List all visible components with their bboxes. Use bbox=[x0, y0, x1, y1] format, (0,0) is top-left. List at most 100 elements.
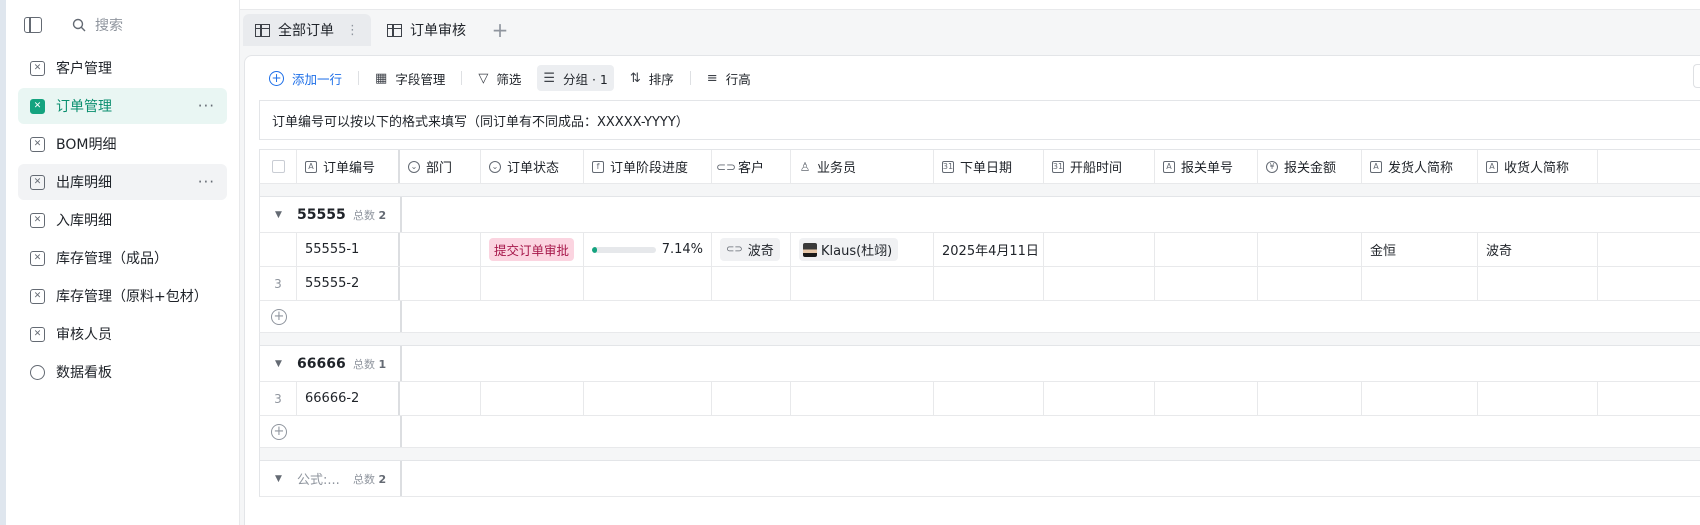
group-button[interactable]: ☰ 分组 · 1 bbox=[537, 65, 614, 91]
sidebar-toggle-icon[interactable] bbox=[24, 17, 42, 33]
customs-amount-cell[interactable] bbox=[1258, 267, 1362, 300]
sidebar-item-dashboard[interactable]: 数据看板 bbox=[18, 354, 227, 390]
order-no-cell[interactable]: 66666-2 bbox=[297, 382, 400, 415]
single-select-icon: ⌄ bbox=[489, 160, 501, 173]
add-view-icon[interactable]: + bbox=[486, 18, 514, 42]
group-header[interactable]: ▼ 66666 总数 1 bbox=[259, 345, 1700, 382]
column-header[interactable]: ⌄ 订单状态 bbox=[481, 150, 584, 183]
table-icon: ✕ bbox=[30, 174, 45, 190]
add-record-row[interactable]: + bbox=[259, 301, 1700, 333]
progress-cell[interactable] bbox=[584, 382, 712, 415]
ship-date-cell[interactable] bbox=[1044, 267, 1155, 300]
group-name: 55555 bbox=[297, 206, 346, 223]
add-record-row[interactable]: + bbox=[259, 416, 1700, 448]
consignee-cell[interactable] bbox=[1478, 382, 1598, 415]
more-icon[interactable]: ··· bbox=[198, 97, 215, 115]
pie-chart-icon bbox=[30, 364, 45, 380]
status-cell[interactable] bbox=[481, 382, 584, 415]
collapse-caret-icon[interactable]: ▼ bbox=[260, 210, 297, 220]
field-manage-button[interactable]: ▦ 字段管理 bbox=[369, 65, 451, 91]
customs-amount-cell[interactable] bbox=[1258, 233, 1362, 266]
shipper-cell[interactable] bbox=[1362, 267, 1478, 300]
order-no-cell[interactable]: 55555-2 bbox=[297, 267, 400, 300]
order-date-cell[interactable] bbox=[934, 382, 1044, 415]
sidebar-item-bom[interactable]: ✕ BOM明细 bbox=[18, 126, 227, 162]
tab-menu-icon[interactable]: ⋮ bbox=[346, 23, 359, 38]
collapse-caret-icon[interactable]: ▼ bbox=[260, 474, 297, 484]
table-row[interactable]: 3 55555-2 bbox=[259, 267, 1700, 301]
order-date-cell[interactable]: 2025年4月11日 bbox=[934, 233, 1044, 266]
column-header[interactable]: ⌄ 部门 bbox=[400, 150, 481, 183]
table-row[interactable]: 3 66666-2 bbox=[259, 382, 1700, 416]
ship-date-cell[interactable] bbox=[1044, 382, 1155, 415]
group-header[interactable]: ▼ 公式:... 总数 2 bbox=[259, 460, 1700, 497]
row-height-label: 行高 bbox=[725, 71, 751, 87]
group-header[interactable]: ▼ 55555 总数 2 bbox=[259, 196, 1700, 233]
add-record-icon[interactable]: + bbox=[271, 423, 287, 440]
sort-button[interactable]: ⇅ 排序 bbox=[624, 65, 680, 91]
toolbar-divider bbox=[358, 71, 360, 85]
sidebar-item-reviewers[interactable]: ✕ 审核人员 bbox=[18, 316, 227, 352]
sidebar-search[interactable]: 搜索 bbox=[72, 15, 123, 35]
salesperson-cell[interactable] bbox=[791, 267, 934, 300]
customs-no-cell[interactable] bbox=[1155, 267, 1258, 300]
column-header[interactable]: ¥ 报关金额 bbox=[1258, 150, 1362, 183]
tab-all-orders[interactable]: 全部订单 ⋮ bbox=[243, 14, 371, 46]
column-header[interactable]: 31 开船时间 bbox=[1044, 150, 1155, 183]
row-height-button[interactable]: ≡ 行高 bbox=[701, 65, 757, 91]
consignee-cell[interactable] bbox=[1478, 267, 1598, 300]
column-header[interactable]: f 订单阶段进度 bbox=[584, 150, 712, 183]
table-icon: ✕ bbox=[30, 98, 45, 114]
column-header[interactable]: A 报关单号 bbox=[1155, 150, 1258, 183]
column-header[interactable]: ⊂⊃ 客户 bbox=[712, 150, 791, 183]
column-header-label: 订单编号 bbox=[323, 161, 376, 176]
order-date-cell[interactable] bbox=[934, 267, 1044, 300]
status-cell[interactable]: 提交订单审批 bbox=[481, 233, 584, 266]
customer-cell[interactable] bbox=[712, 382, 791, 415]
customer-cell[interactable] bbox=[712, 267, 791, 300]
sidebar-item-orders[interactable]: ✕ 订单管理 ··· bbox=[18, 88, 227, 124]
sidebar-item-inbound[interactable]: ✕ 入库明细 bbox=[18, 202, 227, 238]
collapse-caret-icon[interactable]: ▼ bbox=[260, 359, 297, 369]
column-header[interactable]: 31 下单日期 bbox=[934, 150, 1044, 183]
sidebar-item-inventory-finished[interactable]: ✕ 库存管理（成品） bbox=[18, 240, 227, 276]
sidebar-item-inventory-materials[interactable]: ✕ 库存管理（原料+包材） bbox=[18, 278, 227, 314]
salesperson-cell[interactable] bbox=[791, 382, 934, 415]
department-cell[interactable] bbox=[400, 233, 481, 266]
filter-button[interactable]: ▽ 筛选 bbox=[472, 65, 527, 91]
tab-order-review[interactable]: 订单审核 bbox=[375, 14, 478, 46]
more-icon[interactable]: ··· bbox=[198, 173, 215, 191]
column-header[interactable]: A 收货人简称 bbox=[1478, 150, 1598, 183]
customer-cell[interactable]: ⊂⊃ 波奇 bbox=[712, 233, 791, 266]
column-header[interactable]: ♙ 业务员 bbox=[791, 150, 934, 183]
column-header[interactable]: A 订单编号 bbox=[297, 150, 400, 183]
ship-date-cell[interactable] bbox=[1044, 233, 1155, 266]
column-header[interactable]: A 发货人简称 bbox=[1362, 150, 1478, 183]
table-icon: ✕ bbox=[30, 60, 45, 76]
select-all-checkbox[interactable] bbox=[272, 160, 285, 173]
customs-amount-cell[interactable] bbox=[1258, 382, 1362, 415]
status-cell[interactable] bbox=[481, 267, 584, 300]
toolbar-overflow-button[interactable] bbox=[1693, 64, 1700, 88]
department-cell[interactable] bbox=[400, 267, 481, 300]
toolbar: + 添加一行 ▦ 字段管理 ▽ 筛选 ☰ 分组 · 1 ⇅ 排序 ≡ 行高 bbox=[245, 56, 1700, 100]
department-cell[interactable] bbox=[400, 382, 481, 415]
shipper-cell[interactable]: 金恒 bbox=[1362, 233, 1478, 266]
consignee-cell[interactable]: 波奇 bbox=[1478, 233, 1598, 266]
customs-no-cell[interactable] bbox=[1155, 233, 1258, 266]
progress-cell[interactable] bbox=[584, 267, 712, 300]
add-row-button[interactable]: + 添加一行 bbox=[263, 65, 348, 91]
order-no-cell[interactable]: 55555-1 bbox=[297, 233, 400, 266]
progress-cell[interactable]: 7.14% bbox=[584, 233, 712, 266]
add-record-icon[interactable]: + bbox=[271, 308, 287, 325]
salesperson-cell[interactable]: Klaus(杜翊) bbox=[791, 233, 934, 266]
sidebar-item-outbound[interactable]: ✕ 出库明细 ··· bbox=[18, 164, 227, 200]
row-height-icon: ≡ bbox=[706, 70, 718, 86]
status-tag: 提交订单审批 bbox=[489, 238, 575, 261]
table-row[interactable]: 55555-1 提交订单审批 7.14% ⊂⊃ 波奇 Klaus(杜翊) 2025… bbox=[259, 233, 1700, 267]
customs-no-cell[interactable] bbox=[1155, 382, 1258, 415]
sidebar-item-customers[interactable]: ✕ 客户管理 bbox=[18, 50, 227, 86]
shipper-cell[interactable] bbox=[1362, 382, 1478, 415]
sidebar-item-label: 数据看板 bbox=[56, 365, 112, 381]
single-select-icon: ⌄ bbox=[408, 160, 420, 173]
